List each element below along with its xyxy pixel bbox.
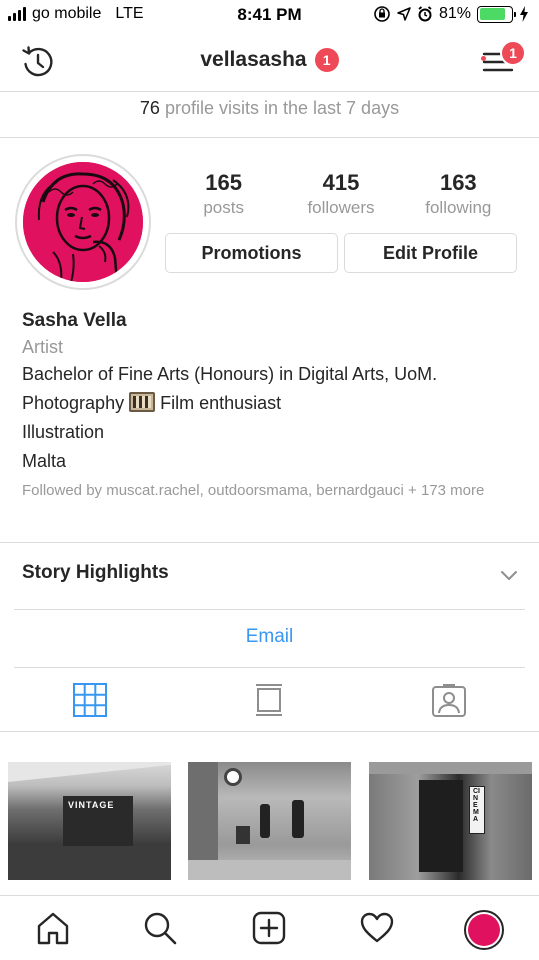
story-highlights-label[interactable]: Story Highlights xyxy=(22,562,169,584)
following-label: following xyxy=(425,198,492,217)
nav-bar: vellasasha 1 1 xyxy=(0,32,539,92)
bio-line-education: Bachelor of Fine Arts (Honours) in Digit… xyxy=(22,364,438,384)
username-title[interactable]: vellasasha xyxy=(200,48,306,72)
following-count: 163 xyxy=(439,170,477,195)
activity-heart-icon[interactable] xyxy=(359,910,395,946)
nav-title: vellasasha 1 xyxy=(0,48,539,72)
promotions-button[interactable]: Promotions xyxy=(165,233,338,273)
account-notification-badge: 1 xyxy=(314,48,339,72)
bio-film-text: Film enthusiast xyxy=(160,393,282,413)
profile-tab-avatar[interactable] xyxy=(464,910,504,950)
tagged-photos-icon[interactable] xyxy=(431,682,467,718)
chevron-down-icon[interactable] xyxy=(500,568,518,582)
photo-person xyxy=(260,804,270,838)
menu-button[interactable]: 1 xyxy=(482,40,526,78)
vintage-sign-text: VINTAGE xyxy=(68,800,115,810)
section-divider xyxy=(14,667,525,668)
grid-view-icon[interactable] xyxy=(72,682,108,718)
profile-tab-avatar-image xyxy=(468,914,500,946)
photo-bin xyxy=(236,826,250,844)
visits-text: profile visits in the last 7 days xyxy=(164,98,400,118)
profile-stats: 165 posts 415 followers 163 following xyxy=(165,170,517,220)
search-icon[interactable] xyxy=(142,910,178,946)
followers-label: followers xyxy=(307,198,375,217)
profile-avatar[interactable] xyxy=(15,154,151,290)
bottom-tab-bar xyxy=(0,895,539,960)
profile-visits-banner[interactable]: 76 profile visits in the last 7 days xyxy=(0,92,539,138)
visits-count: 76 xyxy=(139,98,160,118)
bio-line-illustration: Illustration xyxy=(22,422,105,442)
bio-line-location: Malta xyxy=(22,451,67,471)
bio-photography-text: Photography xyxy=(22,393,125,413)
avatar-illustration xyxy=(23,162,143,282)
battery-percent: 81% xyxy=(438,5,471,22)
post-thumbnail[interactable]: VINTAGE xyxy=(8,762,171,880)
edit-profile-button[interactable]: Edit Profile xyxy=(344,233,517,273)
profile-name: Sasha Vella xyxy=(22,310,127,331)
photo-doorway xyxy=(419,780,463,872)
stat-followers[interactable]: 415 followers xyxy=(282,170,399,220)
home-icon[interactable] xyxy=(35,910,71,946)
cinema-sign-text: CINEMA xyxy=(473,788,480,823)
section-divider xyxy=(0,731,539,732)
battery-icon xyxy=(477,5,516,23)
post-thumbnail[interactable] xyxy=(188,762,351,880)
email-button[interactable]: Email xyxy=(0,626,539,648)
notification-dot xyxy=(481,56,486,61)
stat-posts[interactable]: 165 posts xyxy=(165,170,282,220)
photo-facade xyxy=(369,762,532,774)
photo-awning xyxy=(8,762,171,782)
post-thumbnail[interactable]: CINEMA xyxy=(369,762,532,880)
profile-category: Artist xyxy=(22,337,64,357)
section-divider xyxy=(0,542,539,543)
followers-count: 415 xyxy=(322,170,360,195)
photo-pavement xyxy=(188,860,351,880)
photo-street xyxy=(8,846,171,880)
film-emoji-icon xyxy=(129,392,156,412)
status-bar: go mobile LTE 8:41 PM 81% xyxy=(0,0,539,32)
bio-line-photography: Photography Film enthusiast xyxy=(22,389,522,418)
no-entry-sign xyxy=(224,768,242,786)
new-post-icon[interactable] xyxy=(251,910,287,946)
battery-fill xyxy=(479,8,505,20)
menu-notification-badge: 1 xyxy=(500,40,526,66)
profile-bio: Sasha Vella Artist Bachelor of Fine Arts… xyxy=(22,308,522,501)
alarm-icon xyxy=(418,6,432,22)
posts-count: 165 xyxy=(205,170,243,195)
location-icon xyxy=(397,7,411,21)
illustrated-portrait-icon xyxy=(23,162,143,282)
orientation-lock-icon xyxy=(374,6,390,22)
section-divider xyxy=(14,609,525,610)
charging-icon xyxy=(520,6,528,22)
followed-by-text[interactable]: Followed by muscat.rachel, outdoorsmama,… xyxy=(22,481,512,501)
stat-following[interactable]: 163 following xyxy=(400,170,517,220)
photo-person xyxy=(292,800,304,838)
status-right: 81% xyxy=(373,5,529,23)
posts-label: posts xyxy=(203,198,244,217)
feed-view-icon[interactable] xyxy=(251,682,287,718)
